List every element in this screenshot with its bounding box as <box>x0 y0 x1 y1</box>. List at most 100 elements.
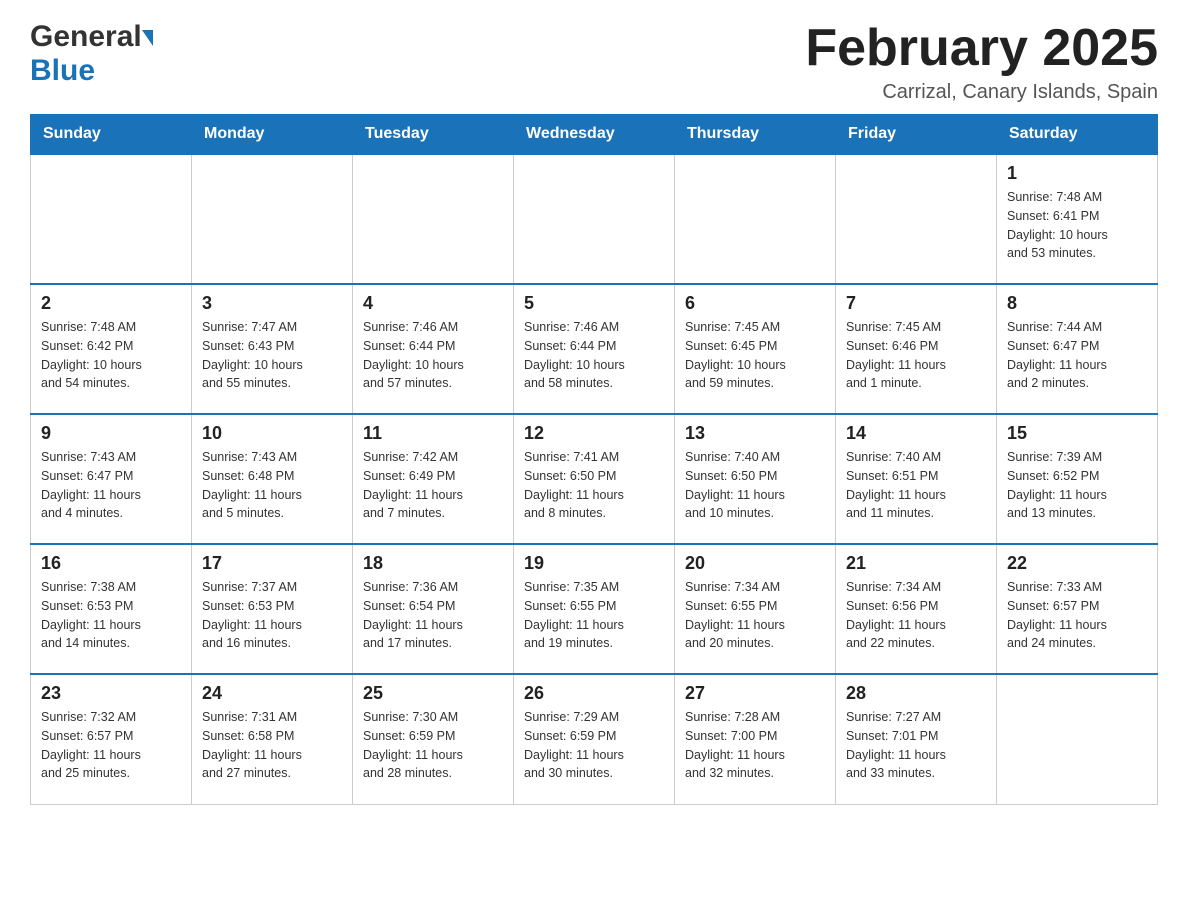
day-info: Sunrise: 7:33 AM Sunset: 6:57 PM Dayligh… <box>1007 578 1147 653</box>
day-info: Sunrise: 7:36 AM Sunset: 6:54 PM Dayligh… <box>363 578 503 653</box>
calendar-week-row: 9 Sunrise: 7:43 AM Sunset: 6:47 PM Daylig… <box>31 414 1158 544</box>
page-header: General Blue February 2025 Carrizal, Can… <box>30 20 1158 104</box>
calendar-cell: 2 Sunrise: 7:48 AM Sunset: 6:42 PM Daylig… <box>31 284 192 414</box>
header-saturday: Saturday <box>997 115 1158 155</box>
day-number: 8 <box>1007 293 1147 314</box>
day-number: 7 <box>846 293 986 314</box>
calendar-cell: 6 Sunrise: 7:45 AM Sunset: 6:45 PM Daylig… <box>675 284 836 414</box>
day-number: 26 <box>524 683 664 704</box>
day-number: 12 <box>524 423 664 444</box>
calendar-week-row: 1 Sunrise: 7:48 AM Sunset: 6:41 PM Daylig… <box>31 154 1158 284</box>
day-info: Sunrise: 7:28 AM Sunset: 7:00 PM Dayligh… <box>685 708 825 783</box>
calendar-cell: 21 Sunrise: 7:34 AM Sunset: 6:56 PM Dayli… <box>836 544 997 674</box>
day-number: 14 <box>846 423 986 444</box>
day-info: Sunrise: 7:35 AM Sunset: 6:55 PM Dayligh… <box>524 578 664 653</box>
day-info: Sunrise: 7:43 AM Sunset: 6:48 PM Dayligh… <box>202 448 342 523</box>
day-info: Sunrise: 7:32 AM Sunset: 6:57 PM Dayligh… <box>41 708 181 783</box>
calendar-week-row: 2 Sunrise: 7:48 AM Sunset: 6:42 PM Daylig… <box>31 284 1158 414</box>
calendar-subtitle: Carrizal, Canary Islands, Spain <box>805 81 1158 104</box>
calendar-cell <box>675 154 836 284</box>
header-tuesday: Tuesday <box>353 115 514 155</box>
day-info: Sunrise: 7:34 AM Sunset: 6:55 PM Dayligh… <box>685 578 825 653</box>
day-info: Sunrise: 7:44 AM Sunset: 6:47 PM Dayligh… <box>1007 318 1147 393</box>
day-info: Sunrise: 7:39 AM Sunset: 6:52 PM Dayligh… <box>1007 448 1147 523</box>
calendar-cell <box>192 154 353 284</box>
day-number: 4 <box>363 293 503 314</box>
day-info: Sunrise: 7:41 AM Sunset: 6:50 PM Dayligh… <box>524 448 664 523</box>
day-number: 21 <box>846 553 986 574</box>
day-info: Sunrise: 7:29 AM Sunset: 6:59 PM Dayligh… <box>524 708 664 783</box>
calendar-cell: 19 Sunrise: 7:35 AM Sunset: 6:55 PM Dayli… <box>514 544 675 674</box>
day-info: Sunrise: 7:46 AM Sunset: 6:44 PM Dayligh… <box>363 318 503 393</box>
calendar-cell <box>997 674 1158 804</box>
calendar-cell: 1 Sunrise: 7:48 AM Sunset: 6:41 PM Daylig… <box>997 154 1158 284</box>
day-number: 27 <box>685 683 825 704</box>
calendar-week-row: 23 Sunrise: 7:32 AM Sunset: 6:57 PM Dayli… <box>31 674 1158 804</box>
calendar-week-row: 16Sunrise: 7:38 AM Sunset: 6:53 PM Dayli… <box>31 544 1158 674</box>
calendar-table: SundayMondayTuesdayWednesdayThursdayFrid… <box>30 114 1158 805</box>
calendar-cell: 27 Sunrise: 7:28 AM Sunset: 7:00 PM Dayli… <box>675 674 836 804</box>
calendar-cell: 15Sunrise: 7:39 AM Sunset: 6:52 PM Dayli… <box>997 414 1158 544</box>
header-friday: Friday <box>836 115 997 155</box>
day-info: Sunrise: 7:31 AM Sunset: 6:58 PM Dayligh… <box>202 708 342 783</box>
calendar-header-row: SundayMondayTuesdayWednesdayThursdayFrid… <box>31 115 1158 155</box>
calendar-cell <box>353 154 514 284</box>
logo-general-text: General <box>30 20 142 54</box>
calendar-cell: 20 Sunrise: 7:34 AM Sunset: 6:55 PM Dayli… <box>675 544 836 674</box>
calendar-cell: 24 Sunrise: 7:31 AM Sunset: 6:58 PM Dayli… <box>192 674 353 804</box>
calendar-cell: 4 Sunrise: 7:46 AM Sunset: 6:44 PM Daylig… <box>353 284 514 414</box>
day-number: 19 <box>524 553 664 574</box>
day-info: Sunrise: 7:46 AM Sunset: 6:44 PM Dayligh… <box>524 318 664 393</box>
day-info: Sunrise: 7:34 AM Sunset: 6:56 PM Dayligh… <box>846 578 986 653</box>
title-block: February 2025 Carrizal, Canary Islands, … <box>805 20 1158 104</box>
calendar-cell: 5 Sunrise: 7:46 AM Sunset: 6:44 PM Daylig… <box>514 284 675 414</box>
day-number: 23 <box>41 683 181 704</box>
calendar-cell: 7 Sunrise: 7:45 AM Sunset: 6:46 PM Daylig… <box>836 284 997 414</box>
day-number: 24 <box>202 683 342 704</box>
day-info: Sunrise: 7:48 AM Sunset: 6:41 PM Dayligh… <box>1007 188 1147 263</box>
day-number: 18 <box>363 553 503 574</box>
day-number: 6 <box>685 293 825 314</box>
logo-blue-text: Blue <box>30 54 95 87</box>
calendar-cell: 25 Sunrise: 7:30 AM Sunset: 6:59 PM Dayli… <box>353 674 514 804</box>
day-number: 2 <box>41 293 181 314</box>
calendar-title: February 2025 <box>805 20 1158 77</box>
day-number: 20 <box>685 553 825 574</box>
calendar-cell: 26 Sunrise: 7:29 AM Sunset: 6:59 PM Dayli… <box>514 674 675 804</box>
day-info: Sunrise: 7:40 AM Sunset: 6:50 PM Dayligh… <box>685 448 825 523</box>
day-info: Sunrise: 7:40 AM Sunset: 6:51 PM Dayligh… <box>846 448 986 523</box>
calendar-cell: 13 Sunrise: 7:40 AM Sunset: 6:50 PM Dayli… <box>675 414 836 544</box>
logo: General Blue <box>30 20 153 88</box>
day-number: 13 <box>685 423 825 444</box>
day-info: Sunrise: 7:38 AM Sunset: 6:53 PM Dayligh… <box>41 578 181 653</box>
day-info: Sunrise: 7:30 AM Sunset: 6:59 PM Dayligh… <box>363 708 503 783</box>
calendar-cell: 18 Sunrise: 7:36 AM Sunset: 6:54 PM Dayli… <box>353 544 514 674</box>
day-number: 22 <box>1007 553 1147 574</box>
calendar-cell: 17Sunrise: 7:37 AM Sunset: 6:53 PM Dayli… <box>192 544 353 674</box>
calendar-cell <box>514 154 675 284</box>
calendar-cell: 28 Sunrise: 7:27 AM Sunset: 7:01 PM Dayli… <box>836 674 997 804</box>
day-info: Sunrise: 7:37 AM Sunset: 6:53 PM Dayligh… <box>202 578 342 653</box>
day-info: Sunrise: 7:45 AM Sunset: 6:45 PM Dayligh… <box>685 318 825 393</box>
day-number: 3 <box>202 293 342 314</box>
day-number: 5 <box>524 293 664 314</box>
calendar-cell: 3Sunrise: 7:47 AM Sunset: 6:43 PM Daylig… <box>192 284 353 414</box>
day-number: 25 <box>363 683 503 704</box>
calendar-cell: 14 Sunrise: 7:40 AM Sunset: 6:51 PM Dayli… <box>836 414 997 544</box>
calendar-cell: 9 Sunrise: 7:43 AM Sunset: 6:47 PM Daylig… <box>31 414 192 544</box>
day-info: Sunrise: 7:42 AM Sunset: 6:49 PM Dayligh… <box>363 448 503 523</box>
calendar-cell: 23 Sunrise: 7:32 AM Sunset: 6:57 PM Dayli… <box>31 674 192 804</box>
day-number: 1 <box>1007 163 1147 184</box>
day-number: 9 <box>41 423 181 444</box>
calendar-cell: 11Sunrise: 7:42 AM Sunset: 6:49 PM Dayli… <box>353 414 514 544</box>
day-info: Sunrise: 7:48 AM Sunset: 6:42 PM Dayligh… <box>41 318 181 393</box>
day-info: Sunrise: 7:43 AM Sunset: 6:47 PM Dayligh… <box>41 448 181 523</box>
day-number: 28 <box>846 683 986 704</box>
header-wednesday: Wednesday <box>514 115 675 155</box>
day-info: Sunrise: 7:27 AM Sunset: 7:01 PM Dayligh… <box>846 708 986 783</box>
header-monday: Monday <box>192 115 353 155</box>
calendar-cell: 8 Sunrise: 7:44 AM Sunset: 6:47 PM Daylig… <box>997 284 1158 414</box>
calendar-cell <box>31 154 192 284</box>
header-sunday: Sunday <box>31 115 192 155</box>
day-info: Sunrise: 7:45 AM Sunset: 6:46 PM Dayligh… <box>846 318 986 393</box>
